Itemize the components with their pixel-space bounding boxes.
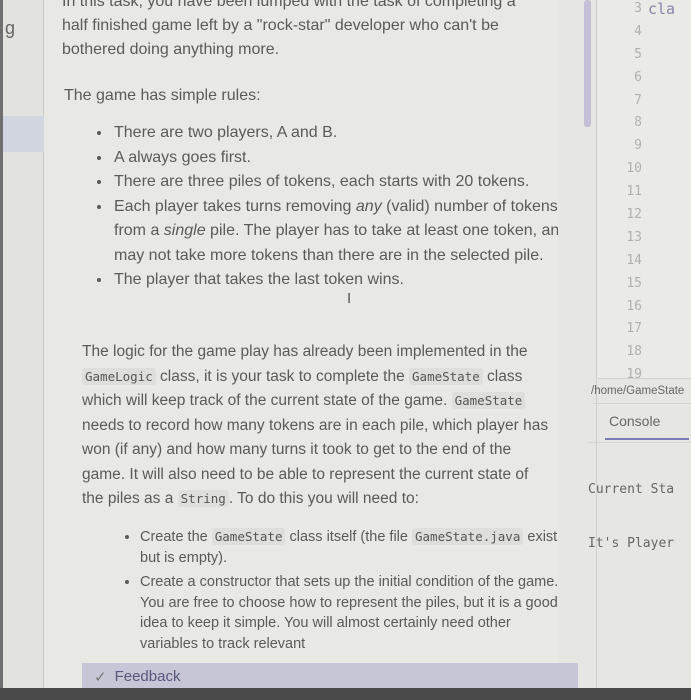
console-output[interactable]: Current Sta It's Player xyxy=(588,442,691,693)
rule-text: There are three piles of tokens, each st… xyxy=(114,173,530,190)
feedback-label: Feedback xyxy=(114,668,181,685)
rule-item: There are three piles of tokens, each st… xyxy=(112,170,558,195)
console-line: It's Player xyxy=(588,536,675,551)
logic-text: class, it is your task to complete the xyxy=(155,367,410,385)
logic-text: . To do this you will need to: xyxy=(228,490,419,507)
logic-text: The logic for the game play has already … xyxy=(82,343,528,360)
rule-text: A always goes first. xyxy=(114,148,251,166)
intro-line-2: half finished game left by a "rock-star"… xyxy=(62,17,499,34)
task-item: Create the GameState class itself (the f… xyxy=(140,527,558,568)
line-number-gutter: 3 4 5 6 7 8 9 10 11 12 13 14 15 16 17 18… xyxy=(598,0,642,387)
sidebar-item-active[interactable] xyxy=(3,116,47,152)
scrollbar-thumb[interactable] xyxy=(584,0,591,127)
line-number: 18 xyxy=(626,344,642,360)
line-number: 13 xyxy=(626,229,642,245)
rule-item: Each player takes turns removing any (va… xyxy=(112,195,558,269)
sidebar-glyph: g xyxy=(5,18,16,38)
line-number: 5 xyxy=(634,46,642,62)
rules-list: There are two players, A and B. A always… xyxy=(92,121,558,293)
line-number: 12 xyxy=(626,207,642,223)
rules-heading: The game has simple rules: xyxy=(64,87,261,104)
check-icon: ✓ xyxy=(94,668,107,686)
task-text: Create a constructor that sets up the in… xyxy=(140,574,558,652)
task-text: class itself (the file xyxy=(285,529,412,545)
active-tab-indicator xyxy=(605,438,689,440)
intro-paragraph: In this task, you have been lumped with … xyxy=(62,0,552,62)
feedback-button[interactable]: ✓ Feedback xyxy=(82,663,578,690)
intro-line-1: In this task, you have been lumped with … xyxy=(62,0,516,10)
line-number: 11 xyxy=(626,184,642,200)
inline-code: GameState xyxy=(211,528,286,545)
text-cursor-icon: I xyxy=(347,290,352,307)
task-item: Create a constructor that sets up the in… xyxy=(140,572,558,654)
intro-line-3: bothered doing anything more. xyxy=(62,41,280,58)
code-line[interactable]: cla xyxy=(648,0,675,20)
line-number: 6 xyxy=(634,69,642,85)
console-tab-label: Console xyxy=(609,413,661,429)
rule-emphasis: any xyxy=(355,197,382,215)
line-number: 4 xyxy=(634,23,642,39)
tasks-list: Create the GameState class itself (the f… xyxy=(122,527,558,658)
task-text: Create the xyxy=(140,529,212,545)
line-number: 9 xyxy=(634,138,642,154)
tab-console[interactable]: Console xyxy=(593,403,691,440)
inline-code: GameState xyxy=(409,367,483,385)
line-number: 14 xyxy=(626,252,642,268)
rule-item: There are two players, A and B. xyxy=(112,121,558,146)
inline-code: GameState xyxy=(451,392,526,409)
rule-emphasis: single xyxy=(163,222,206,239)
line-number: 10 xyxy=(626,161,642,177)
inline-code: GameState.java xyxy=(412,528,524,545)
line-number: 8 xyxy=(634,115,642,131)
inline-code: GameLogic xyxy=(82,367,156,385)
rule-text: The player that takes the last token win… xyxy=(114,271,404,288)
line-number: 17 xyxy=(626,321,642,337)
line-number: 15 xyxy=(626,275,642,291)
sidebar: g xyxy=(3,0,47,690)
line-number: 7 xyxy=(634,92,642,108)
monitor-bezel xyxy=(0,688,691,700)
rule-item: A always goes first. xyxy=(112,146,558,171)
logic-paragraph: The logic for the game play has already … xyxy=(82,340,552,512)
console-line: Current Sta xyxy=(588,482,675,497)
rule-item: The player that takes the last token win… xyxy=(112,268,558,293)
inline-code: String xyxy=(177,490,229,507)
line-number: 3 xyxy=(634,1,642,16)
rule-text: There are two players, A and B. xyxy=(114,124,338,141)
screen: g In this task, you have been lumped wit… xyxy=(0,0,691,690)
line-number: 16 xyxy=(626,298,642,314)
rule-text: Each player takes turns removing xyxy=(114,197,356,215)
file-path: /home/GameState xyxy=(591,385,685,397)
code-editor[interactable]: 3 4 5 6 7 8 9 10 11 12 13 14 15 16 17 18… xyxy=(598,0,691,382)
instructions-panel: In this task, you have been lumped with … xyxy=(44,0,558,690)
